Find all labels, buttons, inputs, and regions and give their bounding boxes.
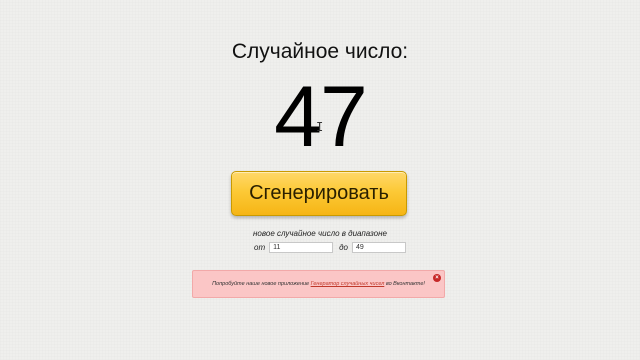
notice-text-before: Попробуйте наше новое приложение (212, 281, 311, 287)
range-to-input[interactable] (352, 241, 406, 253)
range-to-label: до (339, 242, 348, 252)
text-cursor-icon: I (316, 120, 324, 134)
range-from-input[interactable] (269, 241, 334, 253)
range-row: от до (254, 240, 406, 254)
notice-text: Попробуйте наше новое приложение Генерат… (193, 281, 444, 287)
generate-button[interactable]: Сгенерировать (231, 171, 407, 216)
close-icon[interactable]: × (433, 274, 441, 282)
notice-text-after: во Вконтакте! (384, 281, 425, 287)
random-number-display: 47 (274, 69, 368, 165)
page-title: Случайное число: (231, 40, 409, 63)
range-caption: новое случайное число в диапазоне (253, 229, 387, 238)
range-from-label: от (254, 242, 266, 252)
notice-app-link[interactable]: Генератор случайных чисел (311, 281, 385, 287)
app-promo-notice: Попробуйте наше новое приложение Генерат… (192, 270, 445, 298)
